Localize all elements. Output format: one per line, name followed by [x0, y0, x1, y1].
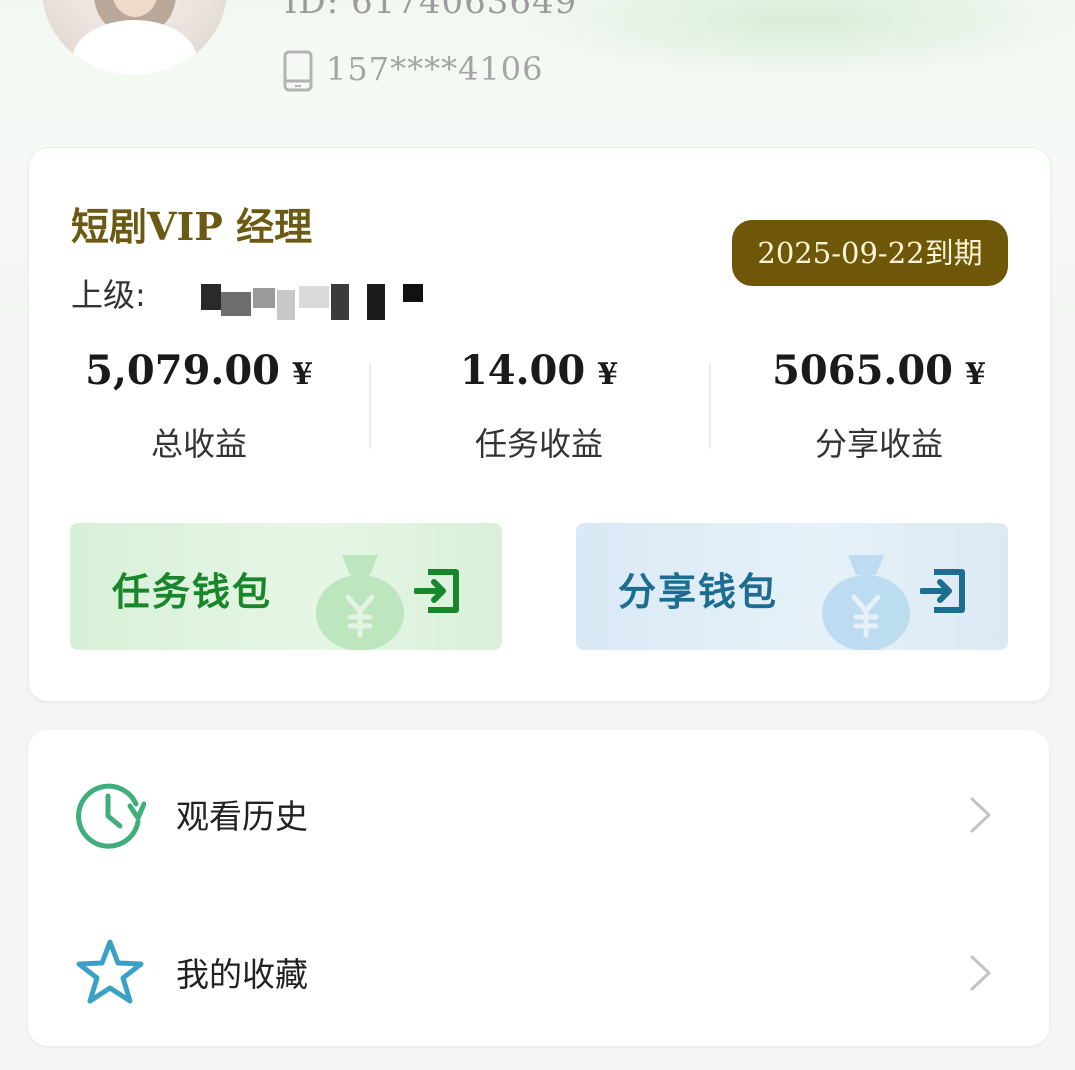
- stat-label: 分享收益: [814, 425, 943, 463]
- stat-value: 5065.00: [772, 347, 954, 394]
- currency-symbol: ¥: [597, 357, 619, 392]
- chevron-right-icon: [970, 955, 991, 991]
- vip-title: 短剧VIP 经理: [71, 204, 313, 249]
- star-icon: [76, 939, 144, 1004]
- stat-label: 总收益: [150, 425, 247, 463]
- wallet-label: 任务钱包: [112, 570, 273, 614]
- stat-label: 任务收益: [474, 425, 603, 463]
- stat-value: 14.00: [459, 347, 586, 394]
- stat-task-earnings[interactable]: 14.00 ¥ 任务收益: [369, 343, 709, 468]
- expiry-badge: 2025-09-22到期: [732, 220, 1008, 286]
- menu-card: 观看历史 我的收藏: [28, 730, 1049, 1046]
- header-glow: [520, 0, 1075, 80]
- menu-item-label: 观看历史: [176, 797, 308, 836]
- stat-total-earnings[interactable]: 5,079.00 ¥ 总收益: [29, 343, 369, 468]
- chevron-right-icon: [970, 797, 991, 833]
- money-bag-icon: [822, 555, 910, 650]
- money-bag-icon: [316, 555, 404, 650]
- enter-icon: [414, 569, 459, 613]
- wallet-label: 分享钱包: [618, 570, 779, 614]
- enter-icon: [920, 569, 965, 613]
- stat-share-earnings[interactable]: 5065.00 ¥ 分享收益: [709, 343, 1049, 468]
- phone-number: 157****4106: [326, 50, 544, 88]
- task-wallet-button[interactable]: 任务钱包: [70, 523, 502, 650]
- earnings-stats: 5,079.00 ¥ 总收益 14.00 ¥ 任务收益 5065.00 ¥ 分享收益: [29, 343, 1050, 468]
- menu-item-my-favorites[interactable]: 我的收藏: [28, 892, 1049, 1042]
- superior-name-redacted: [201, 284, 427, 322]
- stat-value: 5,079.00: [85, 347, 280, 394]
- clock-history-icon: [76, 783, 146, 849]
- menu-item-watch-history[interactable]: 观看历史: [28, 734, 1049, 884]
- user-id: ID: 6174063649: [284, 0, 578, 22]
- vip-card: 短剧VIP 经理 上级: 2025-09-22到期 5,079.00 ¥ 总收益 …: [28, 147, 1051, 702]
- menu-item-label: 我的收藏: [176, 955, 308, 994]
- currency-symbol: ¥: [965, 357, 986, 392]
- superior-label: 上级:: [71, 276, 146, 314]
- phone-icon: [283, 50, 313, 92]
- currency-symbol: ¥: [291, 357, 313, 392]
- share-wallet-button[interactable]: 分享钱包: [576, 523, 1008, 650]
